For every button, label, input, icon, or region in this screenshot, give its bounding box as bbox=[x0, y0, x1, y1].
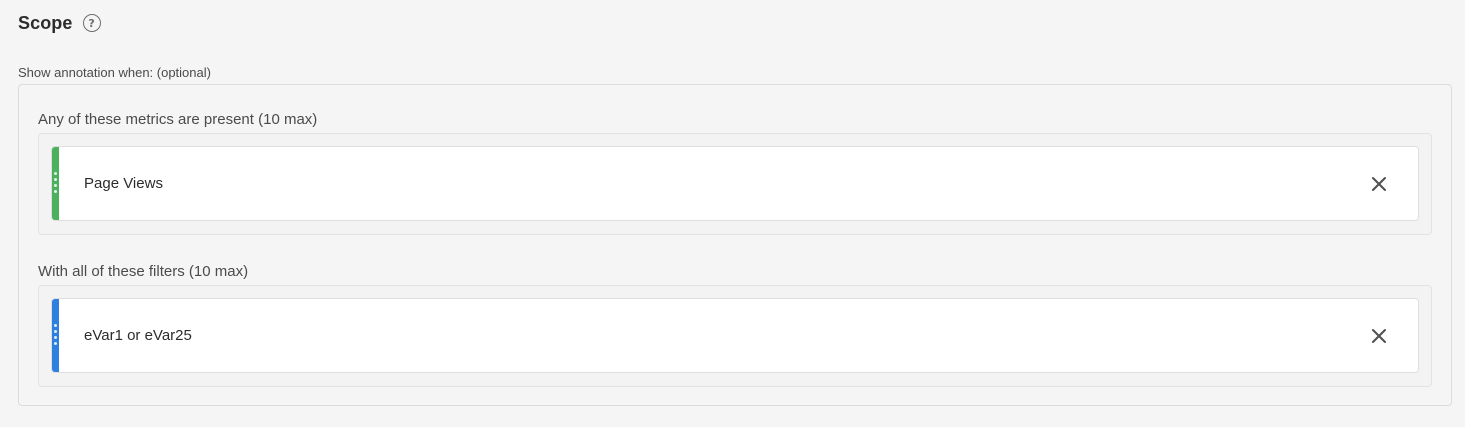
remove-metric-button[interactable] bbox=[1370, 175, 1388, 193]
filters-section-label: With all of these filters (10 max) bbox=[38, 263, 249, 280]
metrics-section-label: Any of these metrics are present (10 max… bbox=[38, 111, 318, 128]
metric-color-bar bbox=[52, 147, 59, 220]
help-icon[interactable]: ? bbox=[82, 14, 101, 32]
scope-section: Scope ? Show annotation when: (optional)… bbox=[0, 0, 1465, 427]
metric-pill[interactable]: Page Views bbox=[51, 146, 1419, 221]
scope-title: Scope bbox=[18, 12, 73, 33]
filter-pill[interactable]: eVar1 or eVar25 bbox=[51, 298, 1419, 373]
remove-filter-button[interactable] bbox=[1370, 327, 1388, 345]
drag-handle-icon[interactable] bbox=[54, 324, 57, 345]
metric-name: Page Views bbox=[84, 175, 163, 192]
filter-color-bar bbox=[52, 299, 59, 372]
show-annotation-label: Show annotation when: (optional) bbox=[18, 65, 211, 80]
scope-heading-row: Scope ? bbox=[18, 10, 101, 36]
drag-handle-icon[interactable] bbox=[54, 172, 57, 193]
filter-name: eVar1 or eVar25 bbox=[84, 327, 192, 344]
close-icon bbox=[1372, 177, 1386, 191]
close-icon bbox=[1372, 329, 1386, 343]
